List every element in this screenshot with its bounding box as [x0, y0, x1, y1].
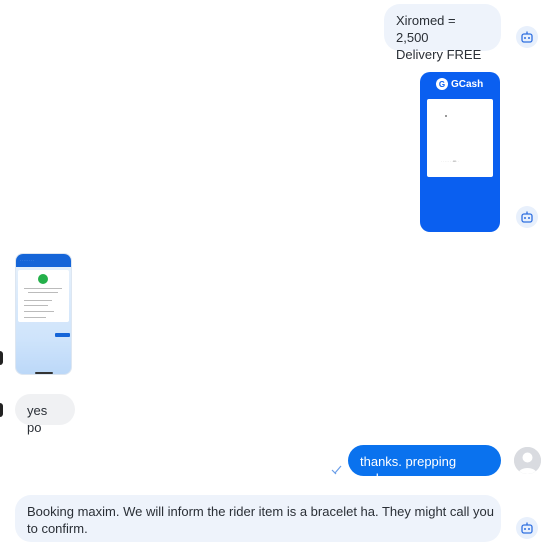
- receipt-line: [24, 305, 48, 306]
- message-bubble-price: Xiromed = 2,500 Delivery FREE: [384, 4, 501, 62]
- message-bubble-sent: thanks. prepping order.: [348, 445, 501, 486]
- message-line: Booking maxim. We will inform the rider …: [27, 504, 494, 519]
- qr-caption-line: · · · · · · ·▪▪▪· ·: [441, 159, 460, 163]
- receipt-line: [24, 288, 62, 289]
- message-text: thanks. prepping order.: [360, 454, 457, 486]
- qr-code-area: · · · · · · ·▪▪▪· ·: [427, 99, 493, 177]
- bot-icon[interactable]: [516, 206, 538, 228]
- incoming-avatar-edge: [0, 403, 3, 417]
- gcash-qr-image[interactable]: G GCash · · · · · · ·▪▪▪· ·: [420, 72, 500, 232]
- check-icon: [38, 274, 48, 284]
- gcash-logo-icon: G: [436, 78, 448, 90]
- user-avatar-icon[interactable]: [514, 447, 541, 474]
- qr-dot: [445, 115, 447, 117]
- payment-screenshot-image[interactable]: · · · · · · · ·: [15, 253, 72, 375]
- receipt-line: [24, 300, 52, 301]
- double-check-icon: [331, 465, 342, 475]
- home-indicator: [35, 372, 53, 374]
- bot-icon[interactable]: [516, 26, 538, 48]
- gcash-logo: G GCash: [436, 78, 483, 90]
- receipt-line: [28, 292, 58, 293]
- bot-icon[interactable]: [516, 517, 538, 539]
- screenshot-header: · · · · · · · ·: [16, 254, 71, 267]
- message-line: to confirm.: [27, 521, 88, 536]
- receipt-line: [24, 317, 46, 318]
- message-line: Xiromed = 2,500: [396, 13, 456, 45]
- message-bubble-booking: Booking maxim. We will inform the rider …: [15, 495, 501, 542]
- gcash-brand-label: GCash: [451, 78, 484, 90]
- screenshot-button: [55, 333, 70, 337]
- screenshot-header-text: · · · · · · · ·: [20, 258, 34, 262]
- receipt-line: [24, 311, 54, 312]
- screenshot-receipt-panel: [18, 270, 70, 337]
- incoming-avatar-edge: [0, 351, 3, 365]
- message-bubble-reply: yes po: [15, 394, 75, 435]
- message-line: Delivery FREE: [396, 47, 482, 62]
- message-text: yes po: [27, 403, 48, 435]
